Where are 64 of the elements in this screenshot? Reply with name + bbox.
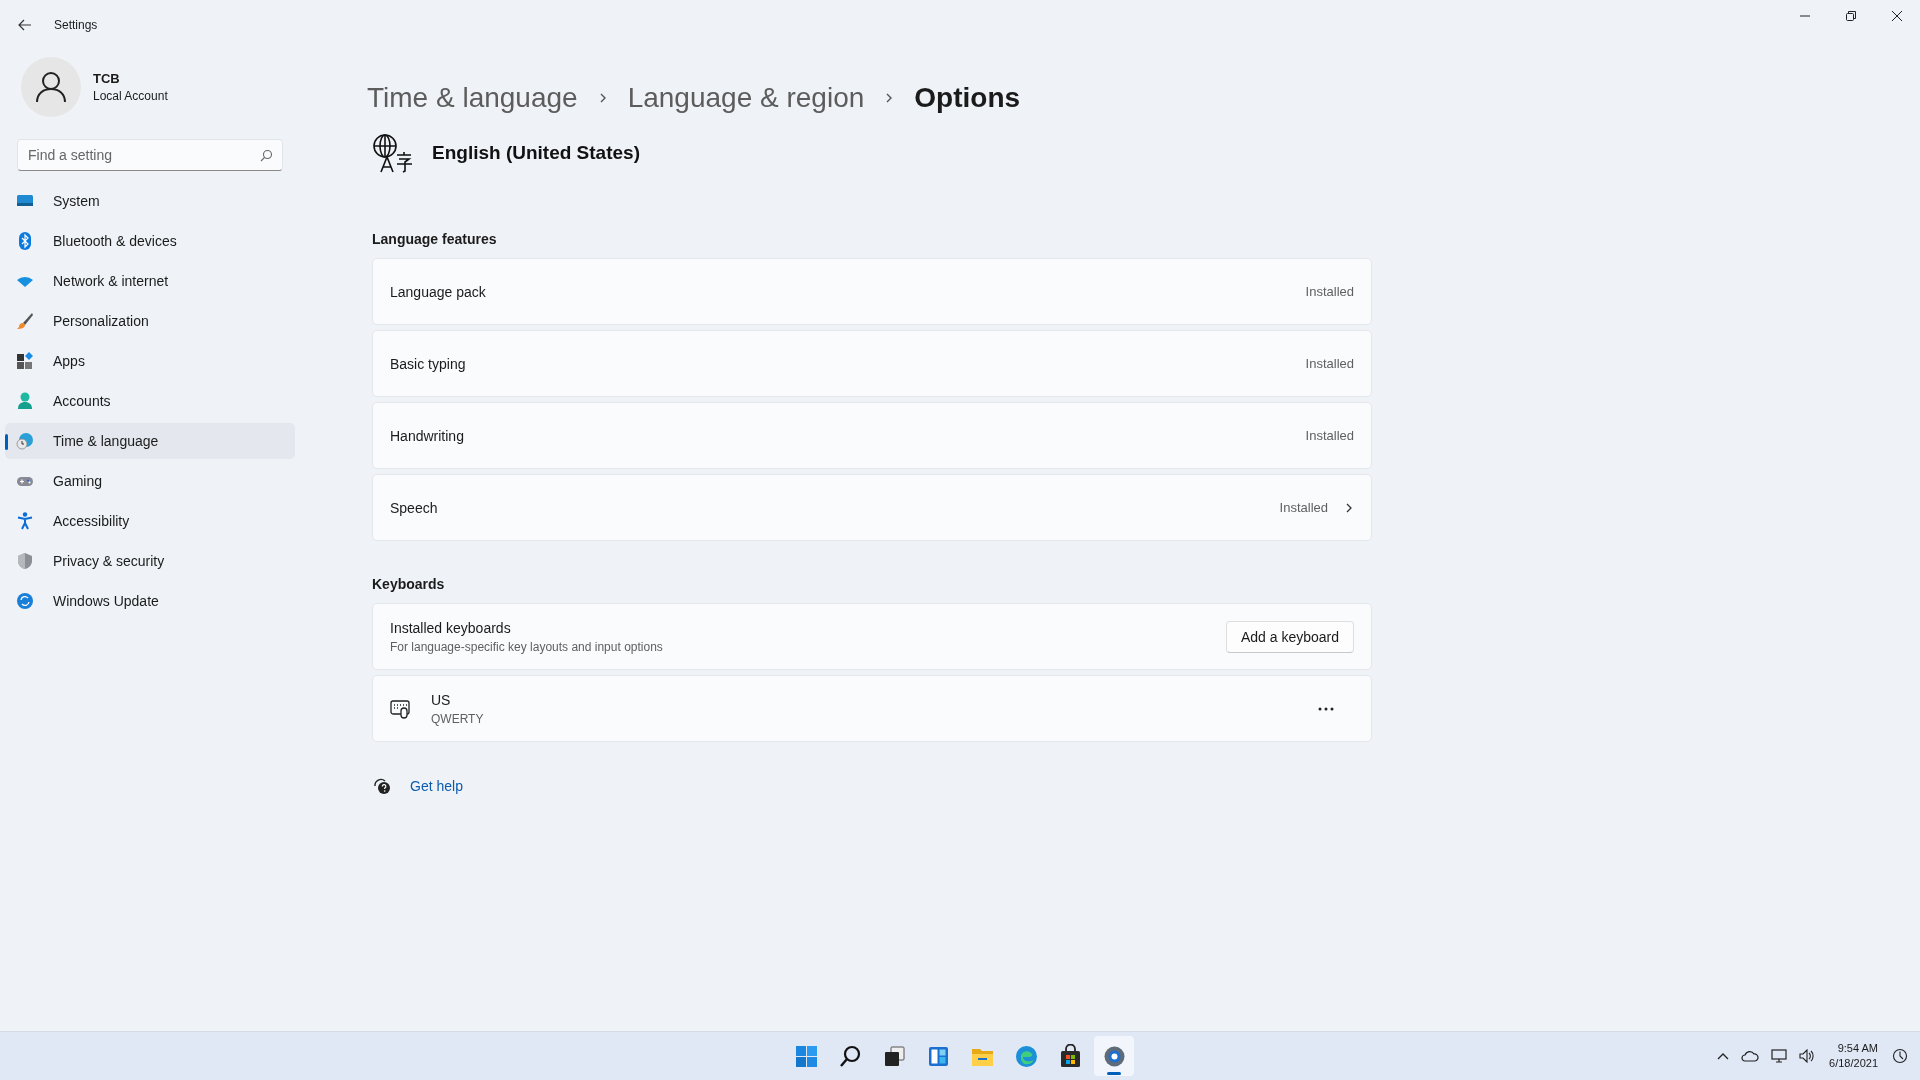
shield-icon	[16, 552, 34, 570]
breadcrumb-item[interactable]: Language & region	[627, 82, 865, 114]
restore-icon[interactable]	[1845, 10, 1857, 22]
breadcrumb-item: Options	[914, 82, 1021, 114]
breadcrumb-item[interactable]: Time & language	[367, 82, 578, 114]
search-icon	[260, 149, 273, 162]
nav-item[interactable]: Personalization	[5, 303, 295, 339]
status-text: Installed	[1305, 356, 1354, 371]
chevron-up-icon[interactable]	[1717, 1052, 1730, 1060]
browser-icon[interactable]	[1013, 1043, 1039, 1069]
setting-label: Speech	[390, 499, 438, 516]
brush-icon	[16, 312, 34, 330]
keyboard-icon	[390, 697, 412, 720]
setting-description: QWERTY	[431, 711, 484, 726]
more-icon[interactable]	[1318, 706, 1334, 711]
globe-clock-icon	[16, 432, 34, 450]
nav-item[interactable]: System	[5, 183, 295, 219]
clock-date[interactable]: 6/18/2021	[1829, 1056, 1878, 1071]
add-keyboard-button[interactable]: Add a keyboard	[1225, 620, 1354, 653]
nav-item[interactable]: Windows Update	[5, 583, 295, 619]
nav-item[interactable]: Gaming	[5, 463, 295, 499]
update-icon	[16, 592, 34, 610]
setting-label: Installed keyboards	[390, 619, 512, 636]
window-title: Settings	[54, 18, 98, 32]
section-title: Keyboards	[372, 576, 446, 592]
nav-item[interactable]: Network & internet	[5, 263, 295, 299]
nav-item[interactable]: Apps	[5, 343, 295, 379]
status-text: Installed	[1305, 284, 1354, 299]
network-icon[interactable]	[1771, 1049, 1788, 1063]
status-text: Installed	[1279, 500, 1328, 515]
setting-card[interactable]: Speech Installed	[372, 474, 1372, 541]
person-icon	[16, 392, 34, 410]
search-icon[interactable]	[837, 1043, 863, 1069]
close-icon[interactable]	[1891, 10, 1903, 22]
apps-icon	[16, 352, 34, 370]
clock-time[interactable]: 9:54 AM	[1829, 1041, 1878, 1056]
account-type: Local Account	[93, 89, 168, 103]
nav-item[interactable]: Privacy & security	[5, 543, 295, 579]
person-icon	[36, 71, 66, 103]
bluetooth-icon	[16, 232, 34, 250]
start-icon[interactable]	[793, 1043, 819, 1069]
status-text: Installed	[1305, 428, 1354, 443]
setting-label: Basic typing	[390, 355, 466, 372]
setting-label: Handwriting	[390, 427, 464, 444]
nav-item[interactable]: Accessibility	[5, 503, 295, 539]
nav-item[interactable]: Accounts	[5, 383, 295, 419]
back-icon[interactable]	[18, 19, 32, 31]
setting-label: US	[431, 691, 452, 708]
language-name: English (United States)	[432, 142, 640, 164]
search-field[interactable]: Find a setting	[17, 139, 283, 171]
accessibility-icon	[16, 512, 34, 530]
nav-item[interactable]: Bluetooth & devices	[5, 223, 295, 259]
cloud-icon[interactable]	[1741, 1050, 1760, 1062]
nav-item[interactable]: Time & language	[5, 423, 295, 459]
selection-indicator	[5, 434, 8, 450]
language-icon	[372, 133, 414, 173]
setting-label: Language pack	[390, 283, 486, 300]
help-icon	[373, 777, 391, 795]
account-name: TCB	[93, 71, 121, 86]
volume-icon[interactable]	[1799, 1049, 1816, 1063]
section-title: Language features	[372, 231, 498, 247]
get-help-link[interactable]: Get help	[410, 778, 463, 794]
running-indicator	[1107, 1072, 1121, 1075]
setting-description: For language-specific key layouts and input options	[390, 639, 663, 654]
